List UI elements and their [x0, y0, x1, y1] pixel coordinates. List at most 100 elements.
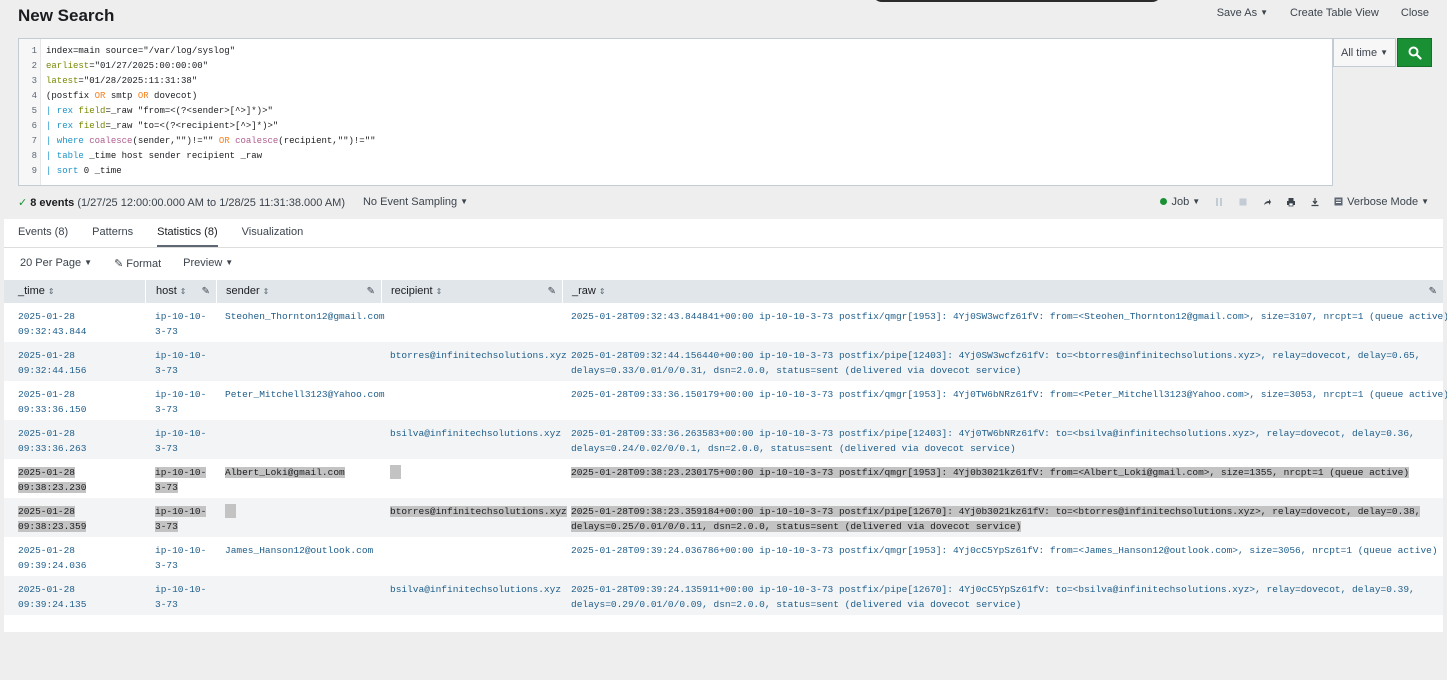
export-icon[interactable] — [1310, 197, 1320, 207]
table-row[interactable]: 2025-01-28 09:39:24.036 ip-10-10- 3-73 James… — [4, 537, 1443, 576]
per-page-menu[interactable]: 20 Per Page ▼ — [20, 257, 92, 270]
search-line-text: (postfix OR smtp OR dovecot) — [46, 91, 198, 101]
table-cell-sender[interactable]: Peter_Mitchell3123@Yahoo.com — [225, 387, 385, 402]
table-cell-recipient[interactable]: btorres@infinitechsolutions.xyz — [390, 348, 567, 363]
table-cell-raw[interactable]: 2025-01-28T09:39:24.135911+00:00 ip-10-1… — [571, 582, 1415, 612]
table-cell-sender[interactable] — [225, 504, 236, 523]
table-row[interactable]: 2025-01-28 09:33:36.150 ip-10-10- 3-73 Peter… — [4, 381, 1447, 420]
time-range-label: All time — [1341, 47, 1378, 59]
table-cell-time[interactable]: 2025-01-28 09:32:44.156 — [18, 348, 86, 378]
cell-value: 2025-01-28T09:38:23.230175+00:00 ip-10-1… — [571, 467, 1410, 478]
cell-value: 2025-01-28 — [18, 428, 76, 439]
table-cell-raw[interactable]: 2025-01-28T09:38:23.359184+00:00 ip-10-1… — [571, 504, 1421, 534]
table-cell-host[interactable]: ip-10-10- 3-73 — [155, 543, 206, 573]
search-button[interactable] — [1397, 38, 1432, 67]
table-cell-host[interactable]: ip-10-10- 3-73 — [155, 348, 206, 378]
table-cell-sender[interactable]: Albert_Loki@gmail.com — [225, 465, 345, 480]
column-header-sender[interactable]: sender ⇕ ✎ — [217, 280, 382, 303]
table-row[interactable]: 2025-01-28 09:32:43.844 ip-10-10- 3-73 Steoh… — [4, 303, 1447, 342]
table-cell-time[interactable]: 2025-01-28 09:39:24.135 — [18, 582, 86, 612]
table-row[interactable]: 2025-01-28 09:32:44.156 ip-10-10- 3-73 btorr… — [4, 342, 1443, 381]
table-cell-host[interactable]: ip-10-10- 3-73 — [155, 426, 206, 456]
table-cell-raw[interactable]: 2025-01-28T09:39:24.036786+00:00 ip-10-1… — [571, 543, 1438, 558]
search-mode-label: Verbose Mode — [1347, 196, 1419, 208]
pencil-icon[interactable]: ✎ — [367, 280, 375, 303]
table-cell-recipient[interactable] — [390, 465, 401, 484]
share-icon[interactable] — [1262, 197, 1272, 207]
cell-value: 2025-01-28 — [18, 545, 76, 556]
column-header-raw[interactable]: _raw ⇕ ✎ — [563, 280, 1443, 303]
table-cell-host[interactable]: ip-10-10- 3-73 — [155, 465, 207, 495]
search-line-text: | where coalesce(sender,"")!="" OR coale… — [46, 136, 376, 146]
table-cell-time[interactable]: 2025-01-28 09:32:43.844 — [18, 309, 86, 339]
close-button[interactable]: Close — [1401, 7, 1429, 19]
cell-value: 2025-01-28T09:38:23.359184+00:00 ip-10-1… — [571, 506, 1421, 517]
table-cell-raw[interactable]: 2025-01-28T09:33:36.263583+00:00 ip-10-1… — [571, 426, 1415, 456]
pencil-icon[interactable]: ✎ — [548, 280, 556, 303]
cell-value: 09:32:43.844 — [18, 326, 87, 337]
column-header-host[interactable]: host ⇕ ✎ — [146, 280, 217, 303]
event-count-label: 8 events — [30, 197, 75, 209]
empty-value — [390, 465, 401, 479]
table-row[interactable]: 2025-01-28 09:38:23.230 ip-10-10- 3-73 Alber… — [4, 459, 1443, 498]
job-menu[interactable]: Job ▼ — [1160, 196, 1200, 208]
cell-value: 3-73 — [155, 482, 178, 493]
search-line-text: | table _time host sender recipient _raw — [46, 151, 263, 161]
overlay-bar — [872, 0, 1162, 2]
table-cell-time[interactable]: 2025-01-28 09:39:24.036 — [18, 543, 86, 573]
column-header-recipient[interactable]: recipient ⇕ ✎ — [382, 280, 563, 303]
line-number: 4 — [31, 91, 37, 101]
table-row[interactable]: 2025-01-28 09:38:23.359 ip-10-10- 3-73 btorr… — [4, 498, 1443, 537]
cell-value: delays=0.24/0.02/0/0.1, dsn=2.0.0, statu… — [571, 443, 1016, 454]
cell-value: 3-73 — [155, 521, 178, 532]
table-cell-time[interactable]: 2025-01-28 09:33:36.263 — [18, 426, 86, 456]
table-row[interactable]: 2025-01-28 09:33:36.263 ip-10-10- 3-73 bsilv… — [4, 420, 1443, 459]
stop-icon[interactable] — [1238, 197, 1248, 207]
cell-value: btorres@infinitechsolutions.xyz — [390, 350, 567, 361]
top-bar: New Search Save As ▼ Create Table View Cl… — [0, 0, 1447, 36]
table-cell-time[interactable]: 2025-01-28 09:38:23.230 — [18, 465, 87, 495]
cell-value: 09:39:24.036 — [18, 560, 87, 571]
column-header-time[interactable]: _time ⇕ — [4, 280, 146, 303]
table-cell-host[interactable]: ip-10-10- 3-73 — [155, 504, 207, 534]
pencil-icon[interactable]: ✎ — [1429, 280, 1437, 303]
table-cell-recipient[interactable]: btorres@infinitechsolutions.xyz — [390, 504, 567, 519]
event-sampling-label: No Event Sampling — [362, 196, 458, 208]
cell-value: ip-10-10- — [155, 545, 207, 556]
table-cell-time[interactable]: 2025-01-28 09:33:36.150 — [18, 387, 86, 417]
cell-value: delays=0.25/0.01/0/0.11, dsn=2.0.0, stat… — [571, 521, 1022, 532]
tab-events[interactable]: Events (8) — [18, 221, 68, 248]
table-cell-raw[interactable]: 2025-01-28T09:32:43.844841+00:00 ip-10-1… — [571, 309, 1447, 324]
table-cell-raw[interactable]: 2025-01-28T09:38:23.230175+00:00 ip-10-1… — [571, 465, 1410, 480]
preview-menu[interactable]: Preview ▼ — [183, 257, 233, 270]
print-icon[interactable] — [1286, 197, 1296, 207]
cell-value: 3-73 — [155, 365, 178, 376]
table-cell-recipient[interactable]: bsilva@infinitechsolutions.xyz — [390, 582, 561, 597]
create-table-view-button[interactable]: Create Table View — [1290, 7, 1379, 19]
results-tabs: Events (8) Patterns Statistics (8) Visua… — [18, 221, 303, 248]
table-cell-sender[interactable]: Steohen_Thornton12@gmail.com — [225, 309, 385, 324]
search-editor[interactable]: 1 index=main source="/var/log/syslog" 2 ear… — [18, 38, 1333, 186]
time-range-picker[interactable]: All time ▼ — [1333, 38, 1396, 67]
event-count: ✓ 8 events (1/27/25 12:00:00.000 AM to 1/… — [18, 196, 345, 209]
cell-value: 2025-01-28 — [18, 467, 76, 478]
table-cell-time[interactable]: 2025-01-28 09:38:23.359 — [18, 504, 87, 534]
table-cell-host[interactable]: ip-10-10- 3-73 — [155, 309, 206, 339]
pencil-icon[interactable]: ✎ — [202, 280, 210, 303]
event-sampling-menu[interactable]: No Event Sampling ▼ — [363, 196, 468, 209]
tab-statistics[interactable]: Statistics (8) — [157, 221, 218, 248]
chevron-down-icon: ▼ — [1260, 8, 1268, 17]
table-row[interactable]: 2025-01-28 09:39:24.135 ip-10-10- 3-73 bsilv… — [4, 576, 1443, 615]
table-cell-raw[interactable]: 2025-01-28T09:33:36.150179+00:00 ip-10-1… — [571, 387, 1447, 402]
save-as-menu[interactable]: Save As ▼ — [1217, 7, 1268, 19]
search-mode-menu[interactable]: Verbose Mode ▼ — [1334, 196, 1429, 208]
table-cell-sender[interactable]: James_Hanson12@outlook.com — [225, 543, 373, 558]
table-cell-host[interactable]: ip-10-10- 3-73 — [155, 582, 206, 612]
pause-icon[interactable] — [1214, 197, 1224, 207]
format-menu[interactable]: ✎ Format — [114, 257, 161, 270]
table-cell-host[interactable]: ip-10-10- 3-73 — [155, 387, 206, 417]
table-cell-recipient[interactable]: bsilva@infinitechsolutions.xyz — [390, 426, 561, 441]
tab-visualization[interactable]: Visualization — [242, 221, 304, 248]
tab-patterns[interactable]: Patterns — [92, 221, 133, 248]
table-cell-raw[interactable]: 2025-01-28T09:32:44.156440+00:00 ip-10-1… — [571, 348, 1420, 378]
